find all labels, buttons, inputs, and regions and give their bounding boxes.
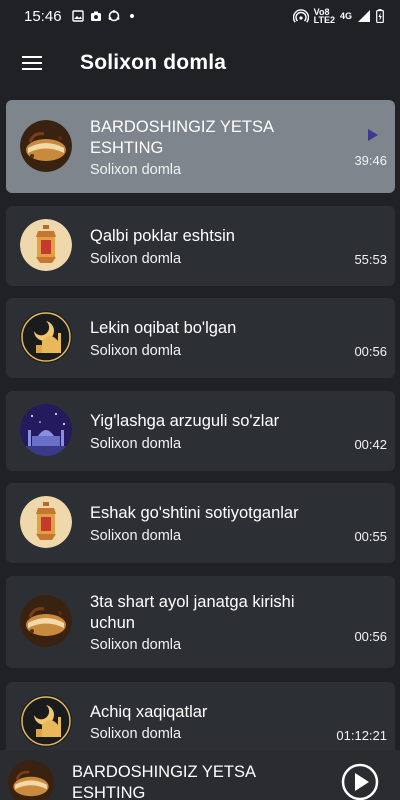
track-artist: Solixon domla [90,726,182,742]
track-title: BARDOSHINGIZ YETSA ESHTING [90,118,274,157]
track-title: Lekin oqibat bo'lgan [90,319,237,337]
track-thumbnail-lantern [20,219,72,271]
track-item[interactable]: BARDOSHINGIZ YETSA ESHTING Solixon domla… [6,100,395,193]
camera-icon [90,11,101,21]
track-artist: Solixon domla [90,343,182,359]
track-thumbnail-mosque-moon [20,311,72,363]
mini-player-title: BARDOSHINGIZ YETSA ESHTING [72,763,256,800]
network-label-lte2: LTE2 [313,15,335,25]
track-thumbnail-mosque-night [20,404,72,456]
page-title: Solixon domla [80,51,227,74]
battery-icon [376,9,384,23]
status-bar: 15:46 Vo8 LTE2 4G [0,0,400,32]
track-artist: Solixon domla [90,637,182,653]
track-artist: Solixon domla [90,436,182,452]
track-title: Eshak go'shtini sotiyotganlar [90,504,299,522]
dot-icon [129,14,134,18]
track-duration: 55:53 [354,252,387,267]
track-title: Qalbi poklar eshtsin [90,227,235,245]
hotspot-icon [292,9,309,23]
track-title: 3ta shart ayol janatga kirishi uchun [90,593,295,632]
signal-icon [358,10,370,22]
track-thumbnail-quran-book [20,120,72,172]
play-circle-icon[interactable] [340,762,380,800]
mini-player-thumbnail [8,760,54,800]
track-thumbnail-mosque-moon [20,695,72,747]
track-artist: Solixon domla [90,162,182,178]
menu-button[interactable] [0,32,64,94]
track-duration: 00:56 [354,344,387,359]
volte-icon: Vo8 LTE2 [313,8,335,25]
4g-icon: 4G [339,11,352,21]
now-playing-icon [368,129,378,141]
status-icons-right: Vo8 LTE2 4G [292,8,384,25]
track-item[interactable]: Yig'lashga arzuguli so'zlar Solixon doml… [6,391,395,471]
track-thumbnail-lantern [20,496,72,548]
track-item[interactable]: Lekin oqibat bo'lgan Solixon domla 00:56 [6,298,395,378]
image-icon [71,10,84,22]
track-item[interactable]: Qalbi poklar eshtsin Solixon domla 55:53 [6,206,395,286]
track-thumbnail-quran-book [20,595,72,647]
track-title: Yig'lashga arzuguli so'zlar [90,412,280,430]
status-icons-left [71,10,138,22]
track-item[interactable]: 3ta shart ayol janatga kirishi uchun Sol… [6,576,395,668]
track-duration: 00:56 [354,629,387,644]
sync-icon [108,10,119,22]
track-duration: 00:42 [354,437,387,452]
track-title: Achiq xaqiqatlar [90,703,208,721]
track-item[interactable]: Eshak go'shtini sotiyotganlar Solixon do… [6,483,395,563]
track-duration: 00:55 [354,529,387,544]
track-duration: 01:12:21 [336,728,387,743]
track-artist: Solixon domla [90,528,182,544]
track-duration: 39:46 [354,153,387,168]
hamburger-menu-icon [22,56,42,70]
app-bar: Solixon domla [0,32,400,94]
track-artist: Solixon domla [90,251,182,267]
status-time: 15:46 [24,7,62,25]
